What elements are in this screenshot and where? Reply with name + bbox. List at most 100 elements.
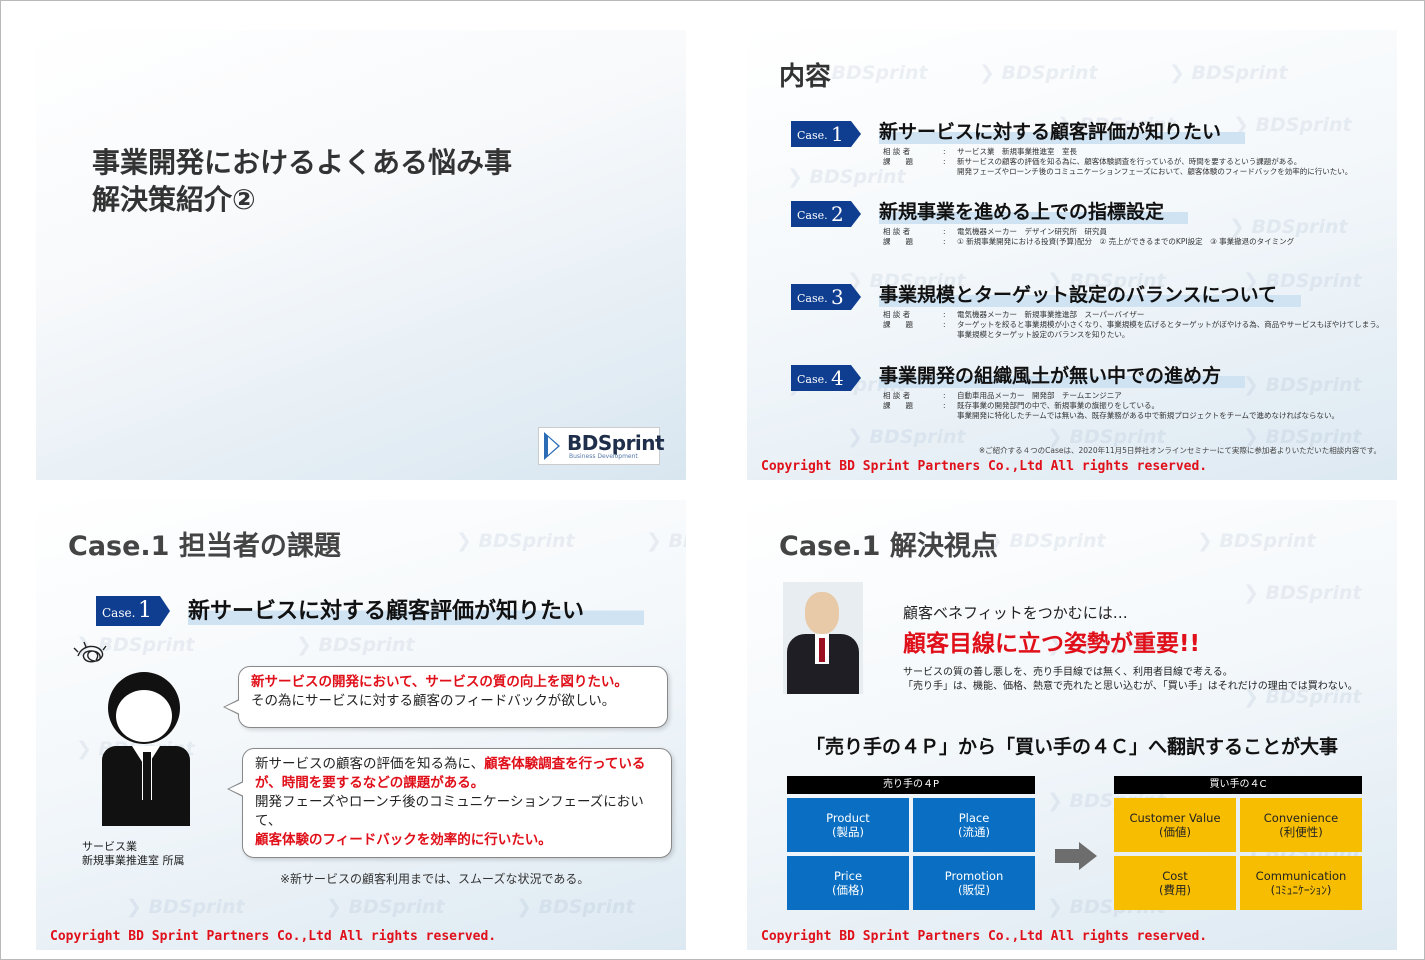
detail-row: 事業開発に特化したチームでは無い為、既存業務がある中で新規プロジェクトをチームで… [883, 411, 1339, 421]
detail-key: 課 題 [883, 401, 913, 410]
detail-row: 開発フェーズやローンチ後のコミュニケーションフェーズにおいて、顧客体験のフィード… [883, 167, 1352, 177]
title-line-2: 解決策紹介② [92, 183, 256, 216]
detail-key: 相 談 者 [883, 310, 911, 319]
detail-key: 課 題 [883, 157, 913, 166]
arrow-shaft [1055, 849, 1079, 863]
slide-4-thumbnail[interactable]: BDSprint BDSprint BDSprint BDSprint BDSp… [747, 500, 1397, 950]
case-badge: Case. 4 [791, 365, 861, 391]
logo-subtitle: Business Development [569, 453, 638, 460]
detail-value: 事業開発に特化したチームでは無い為、既存業務がある中で新規プロジェクトをチームで… [957, 411, 1340, 420]
copyright: Copyright BD Sprint Partners Co.,Ltd All… [761, 929, 1208, 944]
detail-row: 課 題: ターゲットを絞ると事業規模が小さくなり、事業規模を広げるとターゲットがぼ… [883, 320, 1384, 329]
title-line-1: 事業開発におけるよくある悩み事 [92, 146, 513, 179]
cell-en: Product [826, 811, 870, 825]
four-c-cell: Cost (費用) [1114, 856, 1236, 910]
detail-key: 課 題 [883, 320, 913, 329]
detail-row: 事業規模とターゲット設定のバランスを知りたい。 [883, 330, 1384, 340]
detail-value: ターゲットを絞ると事業規模が小さくなり、事業規模を広げるとターゲットがぼやける為… [957, 320, 1384, 329]
detail-value: 開発フェーズやローンチ後のコミュニケーションフェーズにおいて、顧客体験のフィード… [957, 167, 1353, 176]
case-badge: Case. 1 [96, 596, 170, 626]
detail-row: 課 題: 既存事業の開発部門の中で、新規事業の旗振りをしている。 [883, 401, 1159, 410]
speech-bubble-2: 新サービスの顧客の評価を知る為に、顧客体験調査を行っているが、時間を要するなどの… [227, 748, 672, 858]
detail-row: 課 題:① 新規事業開発における投資(予算)配分 ② 売上ができるまでのKPI設… [883, 237, 1295, 246]
case-title: 新規事業を進める上での指標設定 [879, 197, 1189, 224]
logo-arrow-inner [548, 437, 558, 455]
case-title: 事業規模とターゲット設定のバランスについて [879, 280, 1302, 307]
consultant-photo [783, 582, 863, 694]
person-department: 新規事業推進室 所属 [82, 854, 185, 867]
case-badge-prefix: Case. [797, 209, 828, 222]
slide-3-heading: Case.1 担当者の課題 [68, 531, 341, 562]
logo-name: BDSprint [567, 431, 665, 455]
bubble-red-text: 新サービスの開発において、サービスの質の向上を図りたい。 [251, 674, 628, 690]
cell-ja: (価値) [1159, 825, 1191, 839]
cell-en: Customer Value [1129, 811, 1221, 825]
detail-key [883, 411, 943, 421]
case-badge-prefix: Case. [797, 373, 828, 386]
person-face [116, 690, 172, 742]
detail-row: 相 談 者: サービス業 新規事業推進室 室長 [883, 147, 1077, 156]
cell-ja: (利便性) [1279, 825, 1323, 839]
detail-value: サービス業 新規事業推進室 室長 [957, 147, 1077, 156]
arrow-head [1079, 842, 1097, 870]
slide-2-heading: 内容 [779, 62, 832, 92]
copyright: Copyright BD Sprint Partners Co.,Ltd All… [761, 459, 1208, 474]
bubble-text: 新サービスの顧客の評価を知る為に、 [255, 756, 485, 772]
translation-headline: 「売り手の４Ｐ」から「買い手の４Ｃ」へ翻訳することが大事 [805, 736, 1338, 758]
slide-2-thumbnail[interactable]: BDSprint BDSprint BDSprint BDSprint BDSp… [747, 30, 1397, 480]
detail-key [883, 167, 943, 177]
detail-value: 電気機器メーカー デザイン研究所 研究員 [957, 227, 1107, 236]
case-badge-prefix: Case. [797, 129, 828, 142]
detail-row: 課 題: 新サービスの顧客の評価を知る為に、顧客体験調査を行っているが、時間を要す… [883, 157, 1302, 166]
case-source-note: ※ご紹介する４つのCaseは、2020年11月5日弊社オンラインセミナーにて実際… [978, 446, 1381, 455]
detail-value: 事業規模とターゲット設定のバランスを知りたい。 [957, 330, 1130, 339]
watermark: BDSprint [1243, 582, 1362, 604]
cell-ja: (流通) [958, 825, 990, 839]
photo-tie [819, 638, 825, 662]
cell-ja: (製品) [832, 825, 864, 839]
cell-en: Promotion [944, 869, 1004, 883]
slide-3-footnote: ※新サービスの顧客利用までは、スムーズな状況である。 [280, 872, 590, 886]
slide-1-thumbnail[interactable]: 事業開発におけるよくある悩み事 解決策紹介② BDSprint Business… [36, 30, 686, 480]
person-industry: サービス業 [82, 840, 137, 853]
case-detail: 相 談 者: 自動車用品メーカー 開発部 チームエンジニア 課 題: 既存事業の開発… [883, 391, 1339, 421]
case-detail: 相 談 者: サービス業 新規事業推進室 室長 課 題: 新サービスの顧客の評価を知… [883, 147, 1352, 177]
watermark: BDSprint [1169, 62, 1288, 84]
slide-1-title: 事業開発におけるよくある悩み事 解決策紹介② [92, 144, 512, 218]
four-c-grid: 買い手の４C Customer Value (価値) Convenience (利便… [1114, 776, 1362, 910]
bubble-text: 開発フェーズやローンチ後のコミュニケーションフェーズにおいて、 [255, 794, 644, 829]
watermark: BDSprint [1197, 530, 1316, 552]
four-p-grid: 売り手の４P Product (製品) Place (流通) Price (価格) P… [787, 776, 1035, 910]
detail-key: 相 談 者 [883, 227, 911, 236]
explanation-line: 「売り手」は、機能、価格、熱意で売れたと思い込むが、「買い手」はそれだけの理由で… [903, 681, 1358, 692]
watermark: BDSprint [456, 530, 575, 552]
cell-ja: (販促) [958, 883, 990, 897]
cell-en: Convenience [1263, 811, 1339, 825]
explanation-line: サービスの質の善し悪しを、売り手目線では無く、利用者目線で考える。 [903, 667, 1233, 678]
benefit-subtitle: 顧客ベネフィットをつかむには… [903, 604, 1128, 622]
detail-key: 相 談 者 [883, 147, 911, 156]
four-p-cell: Product (製品) [787, 798, 909, 852]
detail-key: 課 題 [883, 237, 913, 246]
detail-value: ① 新規事業開発における投資(予算)配分 ② 売上ができるまでのKPI設定 ③ … [957, 237, 1295, 246]
four-c-cell: Customer Value (価値) [1114, 798, 1236, 852]
person-tie [142, 752, 152, 800]
slide-4-heading: Case.1 解決視点 [779, 531, 998, 562]
cell-en: Cost [1162, 869, 1188, 883]
detail-value: 新サービスの顧客の評価を知る為に、顧客体験調査を行っているが、時間を要するという… [957, 157, 1302, 166]
case-title: 新サービスに対する顧客評価が知りたい [879, 117, 1246, 144]
cell-en: Communication [1255, 869, 1347, 883]
watermark: BDSprint [296, 634, 415, 656]
cell-en: Price [833, 869, 863, 883]
case-detail: 相 談 者: 電気機器メーカー 新規事業推進部 スーパーバイザー 課 題: ターゲッ… [883, 310, 1384, 340]
bubble-red-text: 顧客体験のフィードバックを効率的に行いたい。 [255, 832, 552, 848]
detail-value: 既存事業の開発部門の中で、新規事業の旗振りをしている。 [957, 401, 1159, 410]
worry-scribble-icon [73, 641, 107, 663]
explanation: サービスの質の善し悪しを、売り手目線では無く、利用者目線で考える。 「売り手」は… [903, 666, 1358, 694]
slide-3-thumbnail[interactable]: BDSprint BDSprint BDSprint BDSprint BDSp… [36, 500, 686, 950]
case-badge-number: 2 [831, 202, 844, 226]
right-arrow-icon [1055, 842, 1097, 870]
detail-value: 電気機器メーカー 新規事業推進部 スーパーバイザー [957, 310, 1145, 319]
four-p-header: 売り手の４P [787, 776, 1035, 794]
detail-value: 自動車用品メーカー 開発部 チームエンジニア [957, 391, 1122, 400]
